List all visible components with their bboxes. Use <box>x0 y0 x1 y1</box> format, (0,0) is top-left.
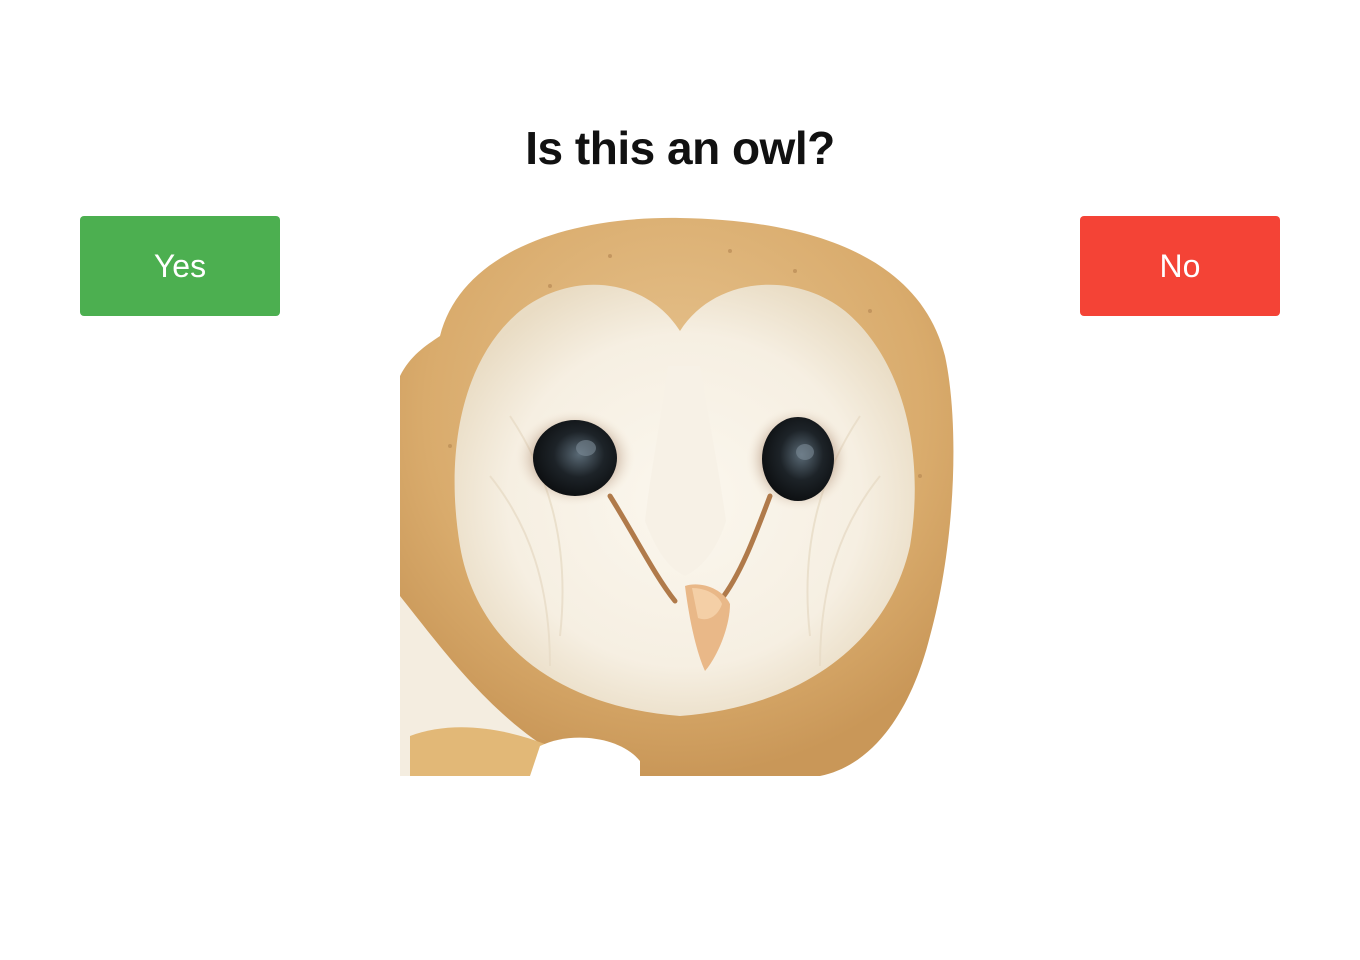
question-title: Is this an owl? <box>525 122 835 174</box>
yes-button[interactable]: Yes <box>80 216 280 316</box>
page: Is this an owl? Yes No <box>0 0 1360 960</box>
owl-photo <box>400 216 960 776</box>
owl-illustration <box>400 216 960 776</box>
no-button[interactable]: No <box>1080 216 1280 316</box>
